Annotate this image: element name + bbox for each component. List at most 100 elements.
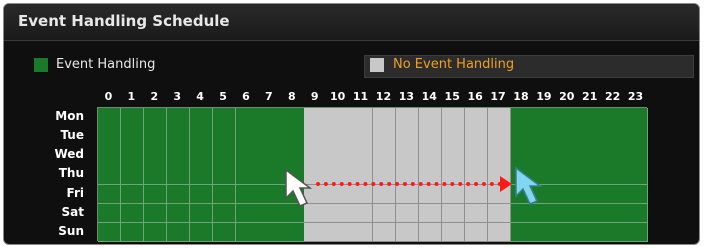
schedule-cell-wed-16[interactable] [464, 146, 489, 166]
schedule-cell-wed-7[interactable] [258, 146, 282, 166]
schedule-cell-fri-6[interactable] [235, 184, 259, 205]
schedule-cell-sat-12[interactable] [373, 203, 397, 224]
schedule-cell-fri-20[interactable] [556, 184, 580, 205]
schedule-cell-tue-12[interactable] [373, 127, 397, 147]
schedule-cell-thu-1[interactable] [120, 165, 145, 186]
schedule-cell-tue-10[interactable] [327, 127, 351, 147]
schedule-cell-mon-16[interactable] [464, 108, 489, 128]
schedule-cell-sun-7[interactable] [258, 222, 282, 243]
schedule-cell-tue-2[interactable] [143, 127, 168, 147]
schedule-cell-thu-7[interactable] [258, 165, 282, 186]
schedule-cell-sun-20[interactable] [556, 222, 580, 243]
schedule-cell-sun-13[interactable] [395, 222, 420, 243]
schedule-cell-sat-5[interactable] [212, 203, 236, 224]
schedule-cell-mon-6[interactable] [235, 108, 259, 128]
schedule-cell-fri-0[interactable] [98, 184, 122, 205]
schedule-cell-fri-22[interactable] [602, 184, 626, 205]
schedule-cell-thu-22[interactable] [602, 165, 626, 186]
schedule-cell-sat-6[interactable] [235, 203, 259, 224]
schedule-cell-thu-0[interactable] [98, 165, 122, 186]
schedule-cell-sat-7[interactable] [258, 203, 282, 224]
schedule-cell-fri-3[interactable] [166, 184, 191, 205]
schedule-cell-wed-10[interactable] [327, 146, 351, 166]
schedule-cell-sat-2[interactable] [143, 203, 168, 224]
schedule-cell-wed-22[interactable] [602, 146, 626, 166]
schedule-cell-tue-1[interactable] [120, 127, 145, 147]
schedule-cell-fri-14[interactable] [418, 184, 443, 205]
schedule-cell-sun-16[interactable] [464, 222, 489, 243]
schedule-cell-tue-7[interactable] [258, 127, 282, 147]
schedule-cell-mon-7[interactable] [258, 108, 282, 128]
schedule-cell-sat-20[interactable] [556, 203, 580, 224]
schedule-cell-mon-14[interactable] [418, 108, 443, 128]
schedule-cell-mon-0[interactable] [98, 108, 122, 128]
schedule-cell-sun-19[interactable] [533, 222, 557, 243]
schedule-cell-tue-20[interactable] [556, 127, 580, 147]
schedule-cell-sun-3[interactable] [166, 222, 191, 243]
schedule-cell-sun-10[interactable] [327, 222, 351, 243]
schedule-cell-tue-18[interactable] [510, 127, 534, 147]
schedule-cell-thu-23[interactable] [625, 165, 649, 186]
schedule-cell-sun-11[interactable] [350, 222, 374, 243]
schedule-cell-mon-5[interactable] [212, 108, 236, 128]
schedule-cell-sun-2[interactable] [143, 222, 168, 243]
schedule-cell-tue-14[interactable] [418, 127, 443, 147]
schedule-cell-sat-17[interactable] [487, 203, 511, 224]
schedule-cell-wed-3[interactable] [166, 146, 191, 166]
schedule-cell-mon-13[interactable] [395, 108, 420, 128]
schedule-cell-mon-11[interactable] [350, 108, 374, 128]
schedule-cell-fri-15[interactable] [441, 184, 466, 205]
schedule-cell-mon-4[interactable] [189, 108, 214, 128]
schedule-cell-sun-23[interactable] [625, 222, 649, 243]
schedule-cell-mon-12[interactable] [373, 108, 397, 128]
schedule-cell-tue-6[interactable] [235, 127, 259, 147]
schedule-cell-tue-13[interactable] [395, 127, 420, 147]
schedule-cell-sat-1[interactable] [120, 203, 145, 224]
schedule-cell-wed-15[interactable] [441, 146, 466, 166]
schedule-cell-mon-18[interactable] [510, 108, 534, 128]
schedule-cell-tue-11[interactable] [350, 127, 374, 147]
schedule-cell-fri-23[interactable] [625, 184, 649, 205]
schedule-cell-wed-20[interactable] [556, 146, 580, 166]
schedule-cell-thu-4[interactable] [189, 165, 214, 186]
schedule-cell-sat-14[interactable] [418, 203, 443, 224]
schedule-cell-tue-4[interactable] [189, 127, 214, 147]
schedule-cell-sun-15[interactable] [441, 222, 466, 243]
schedule-cell-fri-10[interactable] [327, 184, 351, 205]
schedule-cell-sun-21[interactable] [579, 222, 603, 243]
schedule-cell-fri-1[interactable] [120, 184, 145, 205]
schedule-cell-sat-3[interactable] [166, 203, 191, 224]
schedule-cell-sun-0[interactable] [98, 222, 122, 243]
schedule-cell-wed-1[interactable] [120, 146, 145, 166]
schedule-cell-sun-17[interactable] [487, 222, 511, 243]
schedule-cell-wed-9[interactable] [304, 146, 328, 166]
schedule-cell-mon-2[interactable] [143, 108, 168, 128]
schedule-grid[interactable] [97, 107, 649, 243]
schedule-cell-fri-11[interactable] [350, 184, 374, 205]
schedule-cell-sat-16[interactable] [464, 203, 489, 224]
schedule-cell-mon-17[interactable] [487, 108, 511, 128]
schedule-cell-sat-22[interactable] [602, 203, 626, 224]
schedule-cell-sat-4[interactable] [189, 203, 214, 224]
schedule-cell-sun-18[interactable] [510, 222, 534, 243]
schedule-cell-tue-8[interactable] [281, 127, 305, 147]
schedule-cell-wed-4[interactable] [189, 146, 214, 166]
schedule-cell-tue-19[interactable] [533, 127, 557, 147]
schedule-cell-mon-19[interactable] [533, 108, 557, 128]
schedule-cell-sun-22[interactable] [602, 222, 626, 243]
schedule-cell-sat-0[interactable] [98, 203, 122, 224]
event-handling-swatch[interactable] [34, 58, 48, 72]
schedule-cell-wed-12[interactable] [373, 146, 397, 166]
schedule-cell-mon-8[interactable] [281, 108, 305, 128]
schedule-cell-sun-4[interactable] [189, 222, 214, 243]
schedule-cell-tue-0[interactable] [98, 127, 122, 147]
schedule-cell-thu-2[interactable] [143, 165, 168, 186]
schedule-cell-mon-22[interactable] [602, 108, 626, 128]
schedule-cell-wed-21[interactable] [579, 146, 603, 166]
schedule-cell-tue-17[interactable] [487, 127, 511, 147]
schedule-cell-tue-15[interactable] [441, 127, 466, 147]
schedule-cell-fri-21[interactable] [579, 184, 603, 205]
no-event-handling-swatch[interactable] [370, 58, 384, 72]
schedule-cell-tue-23[interactable] [625, 127, 649, 147]
schedule-cell-tue-3[interactable] [166, 127, 191, 147]
